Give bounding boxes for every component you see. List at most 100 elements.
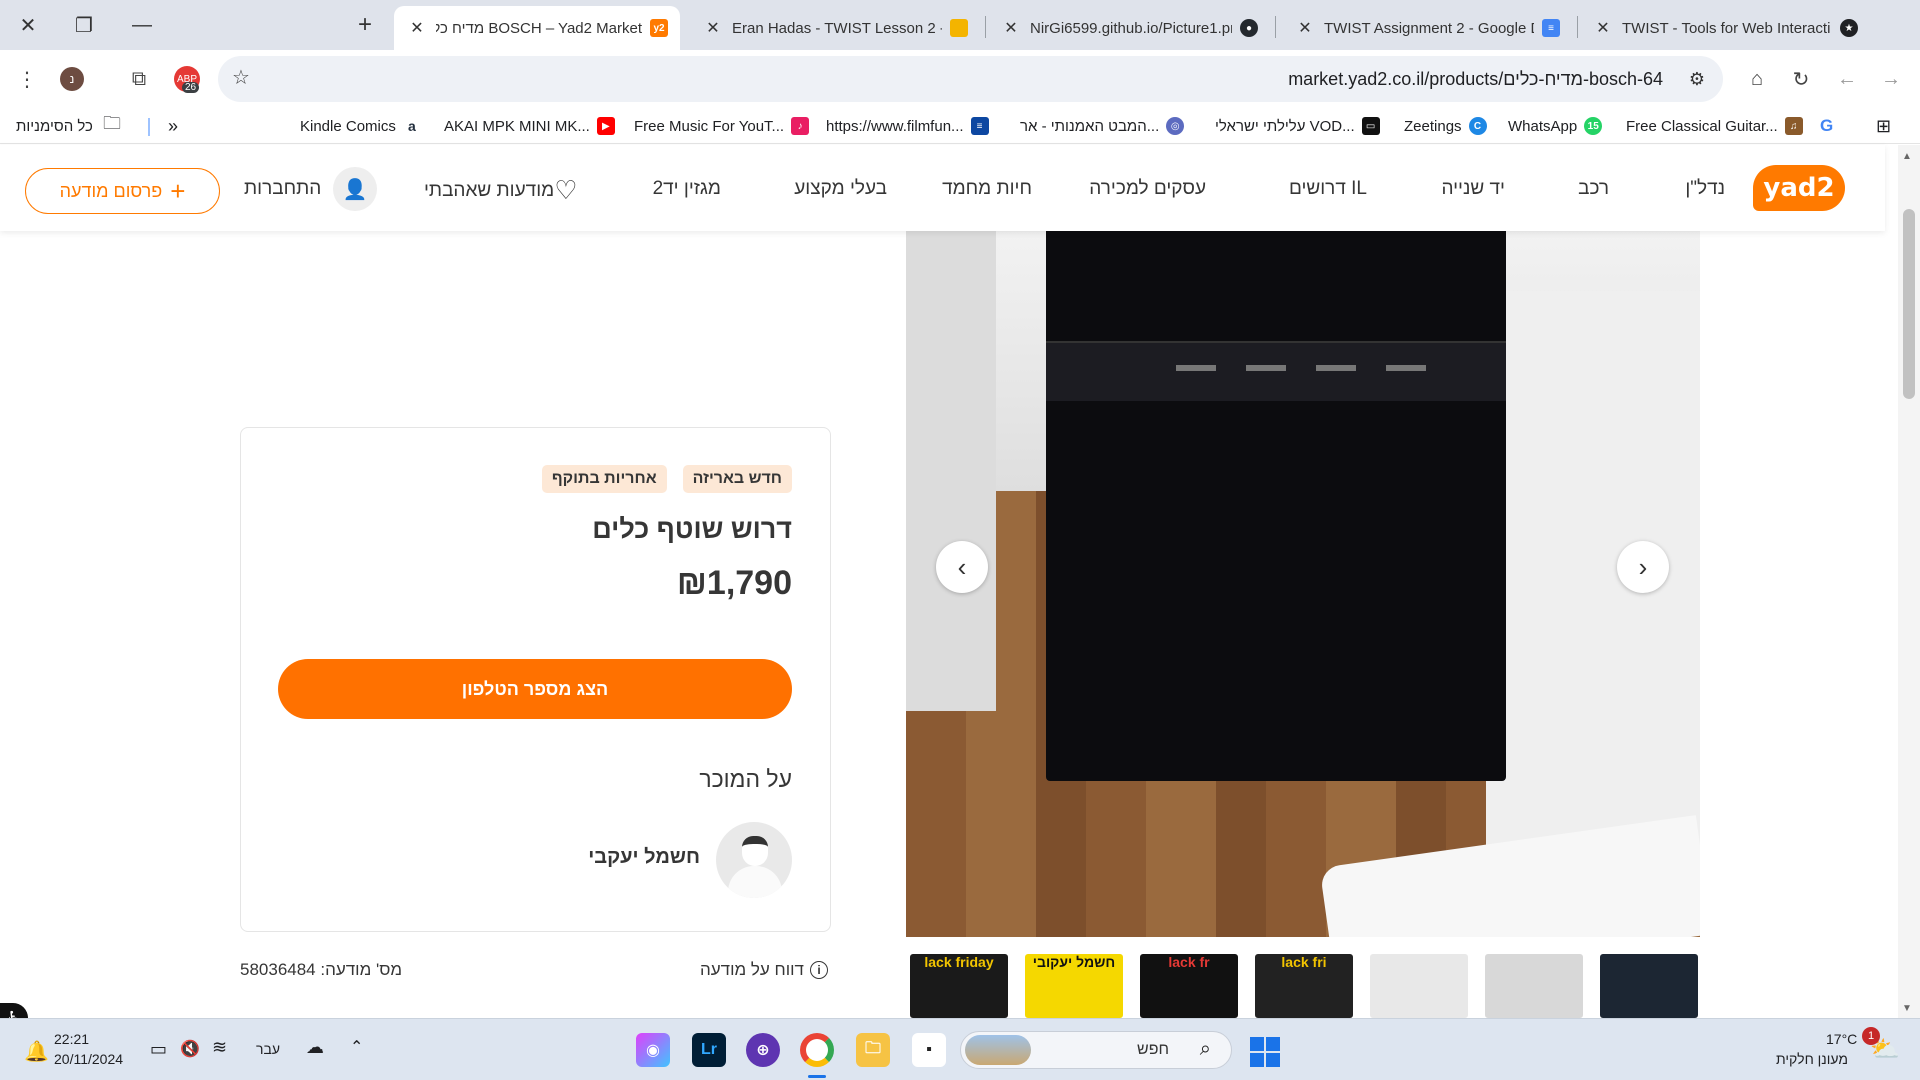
bookmark-art-view[interactable]: המבט האמנותי - אר... ◎ (1020, 114, 1185, 138)
bookmark-filmfun[interactable]: https://www.filmfun... ≡ (826, 114, 989, 138)
bookmark-label: המבט האמנותי - אר... (1020, 117, 1160, 135)
bookmark-star-icon[interactable]: ☆ (232, 65, 250, 90)
bookmark-label: https://www.filmfun... (826, 117, 964, 135)
cloud-sync-icon[interactable]: ☁ (306, 1037, 324, 1058)
home-icon[interactable]: ⌂ (1738, 60, 1776, 98)
apps-grid-icon[interactable]: ⊞ (1876, 114, 1891, 138)
bookmark-vod[interactable]: עלילתי ישראלי VOD... ▭ (1215, 114, 1380, 138)
copilot-icon[interactable]: ◉ (636, 1033, 670, 1067)
weather-desc[interactable]: מעונן חלקית (1776, 1051, 1848, 1067)
bookmark-zeetings[interactable]: Zeetings C (1404, 114, 1487, 138)
tab-eran-hadas[interactable]: ✕ Eran Hadas - TWIST Lesson 2 - G (690, 6, 980, 50)
scroll-down-arrow-icon[interactable]: ▼ (1902, 1003, 1912, 1014)
url-text[interactable]: market.yad2.co.il/products/מדיח-כלים-bos… (1288, 69, 1663, 90)
battery-icon[interactable]: ▭ (150, 1039, 167, 1060)
bookmark-label: Zeetings (1404, 117, 1462, 135)
gallery-prev-arrow-icon[interactable]: ‹ (936, 541, 988, 593)
page-scrollbar[interactable]: ▲ ▼ (1898, 145, 1920, 1018)
seller-name[interactable]: חשמל יעקבי (588, 846, 700, 869)
accessibility-icon[interactable]: ♿ (0, 1003, 28, 1018)
tag-list: חדש באריזה אחריות בתוקף (541, 465, 792, 493)
tab-close-icon[interactable]: ✕ (1294, 18, 1316, 38)
report-ad-link[interactable]: דווח על מודעה i (700, 960, 828, 980)
thumbnail-text: חשמל יעקובי (1032, 954, 1116, 970)
thumbnail[interactable]: lack fr (1140, 954, 1238, 1018)
thumbnail[interactable]: lack fri (1255, 954, 1353, 1018)
tab-close-icon[interactable]: ✕ (406, 18, 428, 38)
app-purple-icon[interactable]: ⊕ (746, 1033, 780, 1067)
bookmark-kindle-comics[interactable]: Kindle Comics a (300, 114, 421, 138)
bookmarks-bar: כל הסימניות 🗀 » Kindle Comics a AKAI MPK… (0, 108, 1920, 144)
tab-close-icon[interactable]: ✕ (1000, 18, 1022, 38)
app-window-icon[interactable]: ▪ (912, 1033, 946, 1067)
profile-avatar[interactable]: נ (60, 67, 84, 91)
notification-bell-icon[interactable]: 🔔 (24, 1039, 49, 1064)
tab-close-icon[interactable]: ✕ (702, 18, 724, 38)
bookmark-classical-guitar[interactable]: Free Classical Guitar... ♫ (1626, 114, 1803, 138)
minimize-window-icon[interactable]: — (114, 0, 170, 50)
dishwasher-control-panel (1046, 341, 1506, 401)
nav-real-estate[interactable]: נדל"ן (1685, 178, 1725, 200)
extensions-puzzle-icon[interactable]: ⧉ (120, 60, 158, 98)
chrome-icon[interactable] (800, 1033, 834, 1067)
avatar-body (728, 866, 782, 898)
all-bookmarks-folder[interactable]: כל הסימניות 🗀 (16, 113, 121, 138)
listing-card: חדש באריזה אחריות בתוקף דרוש שוטף כלים ₪… (240, 427, 831, 932)
forward-arrow-icon[interactable]: → (1872, 60, 1910, 98)
menu-kebab-icon[interactable]: ⋮ (8, 60, 46, 98)
tab-close-icon[interactable]: ✕ (1592, 18, 1614, 38)
google-icon[interactable]: G (1820, 114, 1833, 138)
bookmark-free-music[interactable]: Free Music For YouT... ♪ (634, 114, 810, 138)
file-explorer-icon[interactable]: 🗀 (856, 1033, 890, 1067)
tab-yad2[interactable]: ✕ BOSCH – Yad2 Market מדיח כלים y2 (394, 6, 680, 50)
tray-chevron-up-icon[interactable]: ⌃ (350, 1037, 363, 1057)
show-phone-button[interactable]: הצג מספר הטלפון (278, 659, 792, 719)
clock-date[interactable]: 20/11/2024 (54, 1051, 123, 1067)
publish-ad-button[interactable]: פרסום מודעה + (25, 168, 220, 214)
volume-muted-icon[interactable]: 🔇 (180, 1039, 200, 1059)
thumbnail[interactable] (1485, 954, 1583, 1018)
windows-search-box[interactable]: חפש ⌕ (960, 1031, 1232, 1069)
thumbnail[interactable] (1370, 954, 1468, 1018)
scroll-up-arrow-icon[interactable]: ▲ (1902, 151, 1912, 162)
plus-icon: + (170, 176, 186, 206)
product-main-image[interactable] (906, 231, 1700, 937)
site-settings-icon[interactable]: ⚙ (1683, 65, 1711, 93)
close-window-icon[interactable]: ✕ (0, 0, 56, 50)
seller-avatar[interactable] (716, 822, 792, 898)
thumbnail[interactable]: חשמל יעקובי (1025, 954, 1123, 1018)
nav-vehicles[interactable]: רכב (1578, 178, 1609, 200)
yad2-icon: y2 (650, 19, 668, 37)
thumbnail[interactable] (1600, 954, 1698, 1018)
nav-second-hand[interactable]: יד שנייה (1441, 178, 1505, 200)
tab-twist-tools[interactable]: ✕ TWIST - Tools for Web Interacti ★ (1580, 6, 1870, 50)
windows-start-icon[interactable] (1250, 1037, 1280, 1067)
nav-businesses-for-sale[interactable]: עסקים למכירה (1089, 178, 1206, 200)
nav-pets[interactable]: חיות מחמד (942, 178, 1032, 200)
more-bookmarks-chevron-icon[interactable]: » (168, 114, 178, 138)
thumbnail[interactable]: lack friday (910, 954, 1008, 1018)
gallery-next-arrow-icon[interactable]: › (1617, 541, 1669, 593)
login-link[interactable]: התחברות 👤 (244, 167, 378, 211)
address-bar[interactable]: ☆ market.yad2.co.il/products/מדיח-כלים-b… (218, 56, 1723, 102)
new-tab-button[interactable]: + (348, 8, 382, 42)
wifi-icon[interactable]: ≋ (212, 1037, 227, 1058)
bookmark-label: עלילתי ישראלי VOD... (1215, 117, 1355, 135)
bookmark-whatsapp[interactable]: WhatsApp 15 (1508, 114, 1603, 138)
nav-magazine[interactable]: מגזין יד2 (653, 178, 721, 200)
restore-window-icon[interactable]: ❐ (56, 0, 112, 50)
weather-temp[interactable]: 17°C (1826, 1031, 1857, 1047)
nav-professionals[interactable]: בעלי מקצוע (794, 178, 887, 200)
back-arrow-icon[interactable]: ← (1828, 60, 1866, 98)
yad2-logo[interactable]: yad2 (1753, 165, 1845, 211)
lightroom-icon[interactable]: Lr (692, 1033, 726, 1067)
tab-github-picture[interactable]: ✕ NirGi6599.github.io/Picture1.pn ● (988, 6, 1270, 50)
favorites-link[interactable]: מודעות שאהבתי ♡ (424, 175, 586, 206)
language-indicator[interactable]: עבר (256, 1041, 280, 1057)
clock-time[interactable]: 22:21 (54, 1031, 89, 1047)
scroll-thumb[interactable] (1903, 209, 1915, 399)
reload-icon[interactable]: ↻ (1782, 60, 1820, 98)
nav-jobs[interactable]: דרושים IL (1289, 178, 1367, 200)
bookmark-akai[interactable]: AKAI MPK MINI MK... ▶ (444, 114, 615, 138)
tab-twist-assignment[interactable]: ✕ TWIST Assignment 2 - Google D ≡ (1282, 6, 1572, 50)
